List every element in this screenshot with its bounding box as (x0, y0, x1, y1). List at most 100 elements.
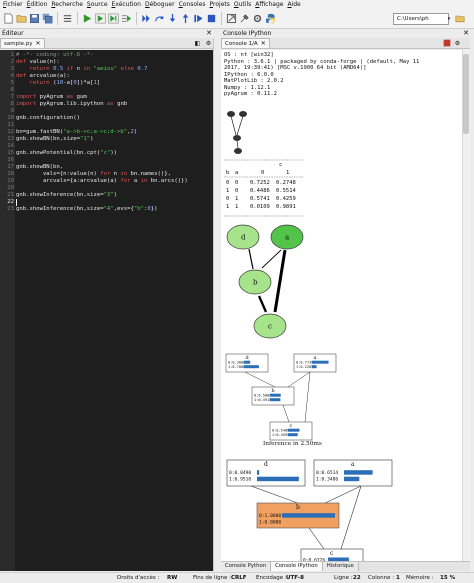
code-line[interactable]: # -*- coding: utf-8 -*- (16, 52, 93, 59)
ipython-console-output[interactable]: OS : nt [win32] Python : 3.6.1 | packaged… (221, 50, 462, 561)
inf2-a-value: 0:0.6514 (316, 470, 338, 476)
toolbar-separator (221, 12, 222, 25)
tab-browse-icon[interactable]: ◧ (193, 39, 202, 48)
graph-node-small (239, 111, 247, 117)
code-line[interactable]: gnb.showBN(bn, (16, 164, 63, 171)
status-column-label: Colonne : (368, 575, 395, 581)
inf2-a-bar (344, 470, 373, 475)
inf1-c-value: 0:0.5409 (272, 429, 289, 433)
inf1-b-bar (269, 398, 281, 402)
text-cursor (16, 199, 17, 206)
save-icon[interactable] (28, 13, 40, 25)
menu-execution[interactable]: Exécution (112, 0, 141, 9)
close-icon[interactable]: ✕ (261, 39, 266, 49)
code-line[interactable]: return (10-a[0])*a[1] (16, 80, 100, 87)
code-editor[interactable]: 1 2 3 4 5 6 7 8 9 10 11 12 13 14 15 16 17 18 19 20 21 22 23 # … (0, 50, 213, 571)
options-gear-icon[interactable]: ⚙ (204, 39, 213, 48)
inf1-a-value: 1:0.2263 (296, 365, 313, 369)
table-cell: 0 (226, 180, 229, 186)
code-line[interactable]: def value(n): (16, 59, 60, 66)
line-number: 16 (7, 157, 14, 163)
inf-arc (282, 404, 290, 423)
inf1-b-value: 1:0.4917 (254, 398, 271, 402)
code-line[interactable]: gnb.showBN(bn,size="1") (16, 136, 93, 143)
code-line[interactable]: bn=gum.fastBN("a->b->c;a->c;d->b",2) (16, 129, 137, 136)
close-icon[interactable]: ✕ (36, 39, 41, 49)
table-cell: 0.4259 (276, 196, 296, 202)
maximize-icon[interactable] (225, 13, 237, 25)
tab-console-python[interactable]: Console Python (221, 562, 272, 571)
run-cell-advance-icon[interactable] (107, 13, 119, 25)
code-line[interactable]: def arcvalue(a): (16, 73, 70, 80)
status-encoding-value: UTF-8 (286, 575, 304, 581)
inf1-c-bar (287, 428, 300, 432)
save-all-icon[interactable] (41, 13, 53, 25)
table-cell: 0.4486 (250, 188, 270, 194)
stop-kernel-icon[interactable] (442, 39, 451, 48)
inf1-a-label: a (314, 355, 317, 361)
menu-recherche[interactable]: Recherche (51, 0, 83, 9)
menu-outils[interactable]: Outils (234, 0, 251, 9)
browse-folder-icon[interactable] (455, 13, 465, 25)
new-file-icon[interactable] (2, 13, 14, 25)
settings-icon[interactable] (251, 13, 263, 25)
splitter-handle[interactable] (213, 38, 219, 571)
stop-icon[interactable] (205, 13, 217, 25)
menu-consoles[interactable]: Consoles (179, 0, 206, 9)
debug-icon[interactable] (140, 13, 152, 25)
code-line[interactable]: import pyAgrum.lib.ipython as gnb (16, 101, 127, 108)
line-number: 21 (7, 192, 14, 198)
bn-node-label: d (241, 234, 246, 242)
line-number: 13 (7, 136, 14, 142)
tab-historique[interactable]: Historique (322, 562, 359, 571)
close-icon[interactable]: ✕ (462, 29, 470, 37)
tab-sample-py[interactable]: sample.py ✕ (0, 38, 45, 48)
console-tabbar: Console 1/A ✕ (221, 38, 470, 49)
run-icon[interactable] (81, 13, 93, 25)
line-number: 3 (10, 66, 14, 72)
tab-console-1a[interactable]: Console 1/A ✕ (221, 38, 270, 48)
code-line[interactable]: import pyAgrum as gum (16, 94, 87, 101)
python-path-icon[interactable] (264, 13, 276, 25)
menu-deboguer[interactable]: Déboguer (145, 0, 175, 9)
line-number: 5 (10, 80, 14, 86)
step-return-icon[interactable] (179, 13, 191, 25)
menu-aide[interactable]: Aide (287, 0, 300, 9)
chevron-down-icon[interactable]: ▾ (445, 13, 453, 25)
menu-source[interactable]: Source (87, 0, 108, 9)
editor-pane-title: Éditeur (0, 29, 213, 38)
menu-fichier[interactable]: Fichier (3, 0, 23, 9)
code-line[interactable]: gnb.showInference(bn,size="3") (16, 192, 117, 199)
preferences-icon[interactable] (238, 13, 250, 25)
tab-label: Console 1/A (225, 40, 258, 47)
code-line[interactable]: gnb.showInference(bn,size="4",evs={"b":0… (16, 206, 158, 213)
code-line[interactable]: return 0.5 if n in "aeiou" else 0.7 (16, 66, 147, 73)
menu-projets[interactable]: Projets (210, 0, 230, 9)
status-access-value: RW (167, 575, 178, 581)
table-cell: 0 (226, 196, 229, 202)
table-cell: 0.7252 (250, 180, 270, 186)
run-selection-icon[interactable] (120, 13, 132, 25)
open-folder-icon[interactable] (15, 13, 27, 25)
menu-affichage[interactable]: Affichage (255, 0, 283, 9)
inf1-c-value: 1:0.4591 (272, 433, 289, 437)
code-line[interactable]: gnb.configuration() (16, 115, 80, 122)
inf-arc (287, 371, 311, 388)
code-line[interactable]: arcvals={a:arcvalue(a) for a in bn.arcs(… (16, 178, 188, 185)
tab-console-ipython[interactable]: Console IPython (271, 562, 323, 571)
close-icon[interactable]: ✕ (205, 29, 213, 37)
code-line[interactable]: gnb.showPotential(bn.cpt("c")) (16, 150, 117, 157)
continue-icon[interactable] (192, 13, 204, 25)
menu-edition[interactable]: Édition (27, 0, 48, 9)
list-icon[interactable] (61, 13, 73, 25)
inf2-a-label: a (351, 461, 355, 468)
step-icon[interactable] (153, 13, 165, 25)
code-line[interactable]: vals={n:value(n) for n in bn.names()}, (16, 171, 171, 178)
tab-label: sample.py (4, 40, 33, 47)
graph-node-small (233, 135, 241, 141)
working-directory-input[interactable]: C:\Users\ph (393, 13, 449, 25)
console-scrollbar-thumb[interactable] (463, 54, 469, 134)
options-gear-icon[interactable]: ⚙ (453, 39, 462, 48)
step-into-icon[interactable] (166, 13, 178, 25)
run-cell-icon[interactable] (94, 13, 106, 25)
